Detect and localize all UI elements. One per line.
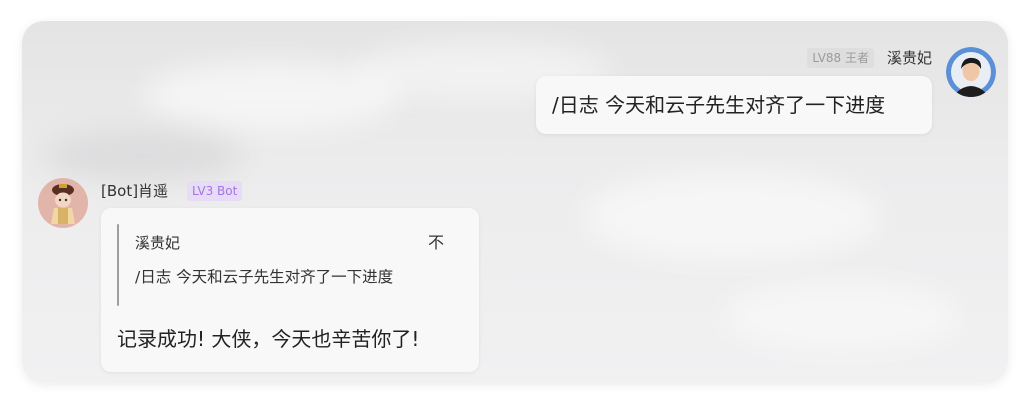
bot-message-bubble[interactable]: 溪贵妃 不 /日志 今天和云子先生对齐了一下进度 记录成功! 大侠，今天也辛苦你… [101,208,479,372]
user-avatar-icon [946,47,996,97]
quote-more-glyph: 不 [428,233,445,252]
chat-window: LV88 王者 溪贵妃 /日志 今天和云子先生对齐了一下进度 [Bot]肖遥 L… [22,21,1008,383]
user-nickname[interactable]: 溪贵妃 [887,48,932,68]
user-avatar[interactable] [946,47,996,97]
user-level-badge: LV88 王者 [807,48,874,68]
quote-author: 溪贵妃 [135,234,181,252]
quote-bar [117,224,119,306]
bot-avatar[interactable] [38,178,88,228]
bot-reply-text: 记录成功! 大侠，今天也辛苦你了! [117,327,420,351]
bot-level-badge: LV3 Bot [187,181,243,201]
background-cloud [42,131,242,181]
quote-text: /日志 今天和云子先生对齐了一下进度 [135,268,394,286]
user-message-text: /日志 今天和云子先生对齐了一下进度 [552,93,886,117]
user-message-bubble[interactable]: /日志 今天和云子先生对齐了一下进度 [536,76,932,134]
bot-nickname[interactable]: [Bot]肖遥 [101,181,168,201]
background-cloud [142,61,402,131]
background-cloud [582,171,882,261]
background-cloud [722,281,962,351]
bot-avatar-icon [38,178,88,228]
